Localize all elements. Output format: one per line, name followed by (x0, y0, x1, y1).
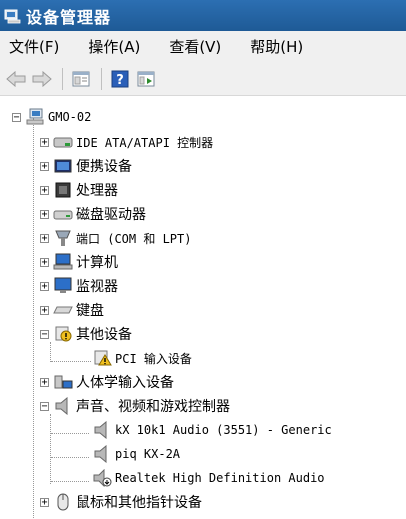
expand-toggle[interactable]: + (40, 497, 49, 507)
tree-root[interactable]: − GMO-02 (12, 106, 91, 128)
tree-item-label: 键盘 (76, 303, 104, 319)
tree-line (51, 457, 89, 458)
collapse-toggle[interactable]: − (40, 329, 49, 339)
monitor-icon (54, 277, 72, 293)
tree-item-label: kX 10k1 Audio (3551) - Generic (115, 423, 332, 437)
update-driver-button[interactable] (134, 68, 158, 90)
tree-line (33, 118, 34, 518)
disk-drive-icon (53, 210, 73, 220)
computer-icon (26, 108, 44, 125)
tree-item-computer[interactable]: + 计算机 (40, 251, 118, 273)
tree-item-realtek[interactable]: Realtek High Definition Audio (92, 467, 325, 489)
tree-line (50, 414, 51, 484)
forward-arrow-icon (32, 70, 52, 87)
tree-item-portable[interactable]: + 便携设备 (40, 155, 132, 177)
tree-item-kx-audio[interactable]: kX 10k1 Audio (3551) - Generic (92, 419, 332, 441)
tree-item-label: 人体学输入设备 (76, 375, 174, 391)
speaker-icon (94, 421, 107, 439)
title-bar: 设备管理器 (0, 0, 406, 31)
toolbar: ? (0, 62, 406, 96)
back-button[interactable] (4, 68, 28, 90)
device-manager-window: 设备管理器 文件(F) 操作(A) 查看(V) 帮助(H) ? − GMO-02… (0, 0, 406, 519)
tree-item-label: 端口 (COM 和 LPT) (76, 231, 192, 246)
expand-toggle[interactable]: + (40, 209, 49, 219)
tree-item-label: PCI 输入设备 (115, 351, 192, 366)
update-driver-icon (137, 71, 155, 86)
tree-item-label: Realtek High Definition Audio (115, 471, 325, 485)
expand-toggle[interactable]: + (40, 137, 49, 147)
warning-device-icon (94, 350, 112, 366)
tree-item-monitor[interactable]: + 监视器 (40, 275, 118, 297)
help-icon: ? (111, 70, 129, 88)
toolbar-separator (101, 67, 102, 90)
expand-toggle[interactable]: + (40, 377, 49, 387)
window-title: 设备管理器 (26, 7, 112, 27)
expand-toggle[interactable]: + (40, 161, 49, 171)
tree-item-label: 便携设备 (76, 159, 132, 175)
tree-item-pci-input[interactable]: PCI 输入设备 (92, 347, 192, 369)
tree-item-label: IDE ATA/ATAPI 控制器 (76, 135, 214, 150)
speaker-icon (55, 397, 68, 415)
device-tree: − GMO-02 + IDE ATA/ATAPI 控制器 + 便携设备 + 处理… (0, 102, 406, 519)
tree-item-label: 鼠标和其他指针设备 (76, 495, 202, 511)
expand-toggle[interactable]: + (40, 185, 49, 195)
menu-view[interactable]: 查看(V) (164, 34, 226, 59)
forward-button[interactable] (30, 68, 54, 90)
tree-item-hid[interactable]: + 人体学输入设备 (40, 371, 174, 393)
tree-item-disk[interactable]: + 磁盘驱动器 (40, 203, 146, 225)
portable-device-icon (54, 159, 72, 173)
menu-bar: 文件(F) 操作(A) 查看(V) 帮助(H) (0, 31, 406, 62)
menu-file[interactable]: 文件(F) (4, 34, 64, 59)
tree-item-processor[interactable]: + 处理器 (40, 179, 118, 201)
tree-line (51, 481, 89, 482)
tree-item-other-devices[interactable]: − 其他设备 (40, 323, 132, 345)
collapse-toggle[interactable]: − (12, 112, 21, 122)
properties-button[interactable] (69, 68, 93, 90)
tree-item-label: 计算机 (76, 255, 118, 271)
unknown-device-icon (55, 326, 72, 342)
disabled-speaker-icon (93, 469, 112, 487)
port-icon (55, 230, 71, 246)
expand-toggle[interactable]: + (40, 305, 49, 315)
expand-toggle[interactable]: + (40, 233, 49, 243)
speaker-icon (94, 445, 107, 463)
device-manager-icon (4, 9, 21, 23)
tree-item-label: piq KX-2A (115, 447, 181, 461)
help-glyph: ? (116, 73, 124, 88)
expand-toggle[interactable]: + (40, 281, 49, 291)
tree-line (51, 433, 89, 434)
processor-icon (55, 182, 71, 198)
toolbar-separator (62, 67, 63, 90)
tree-item-mouse[interactable]: + 鼠标和其他指针设备 (40, 491, 202, 513)
tree-item-piq[interactable]: piq KX-2A (92, 443, 180, 465)
tree-item-label: 磁盘驱动器 (76, 207, 146, 223)
tree-item-ide[interactable]: + IDE ATA/ATAPI 控制器 (40, 131, 213, 153)
computer-icon (53, 253, 73, 270)
mouse-icon (57, 493, 69, 511)
keyboard-icon (53, 306, 73, 314)
tree-item-label: 声音、视频和游戏控制器 (76, 399, 230, 415)
menu-action[interactable]: 操作(A) (83, 34, 145, 59)
ide-controller-icon (53, 137, 73, 148)
root-label: GMO-02 (48, 110, 92, 124)
tree-item-label: 其他设备 (76, 327, 132, 343)
expand-toggle[interactable]: + (40, 257, 49, 267)
properties-icon (72, 71, 90, 86)
tree-line (50, 342, 51, 362)
tree-line (51, 361, 91, 362)
menu-help[interactable]: 帮助(H) (245, 34, 308, 59)
help-button[interactable]: ? (108, 68, 132, 90)
tree-item-keyboard[interactable]: + 键盘 (40, 299, 104, 321)
back-arrow-icon (6, 70, 26, 87)
tree-item-ports[interactable]: + 端口 (COM 和 LPT) (40, 227, 191, 249)
tree-item-sound[interactable]: − 声音、视频和游戏控制器 (40, 395, 230, 417)
hid-icon (54, 375, 73, 389)
tree-item-label: 监视器 (76, 279, 118, 295)
collapse-toggle[interactable]: − (40, 401, 49, 411)
tree-item-label: 处理器 (76, 183, 118, 199)
